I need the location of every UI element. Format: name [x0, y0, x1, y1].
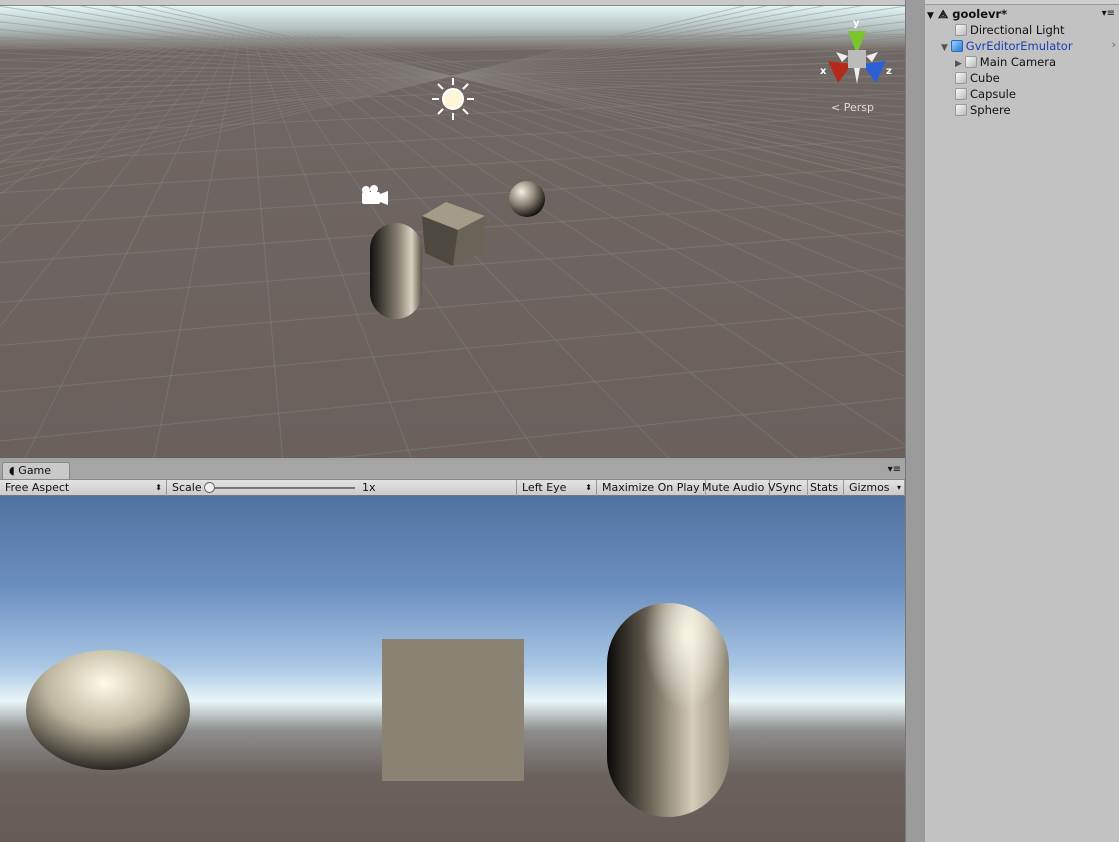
scale-slider[interactable]	[205, 487, 355, 489]
persp-label[interactable]: < Persp	[831, 101, 874, 114]
svg-text:x: x	[820, 66, 827, 77]
prefab-icon	[950, 40, 963, 52]
maximize-on-play-toggle[interactable]: Maximize On Play	[597, 480, 706, 496]
game-view[interactable]	[0, 496, 905, 842]
hierarchy-menu-icon[interactable]: ▾≡	[1102, 8, 1115, 19]
scale-control: Scale 1x	[167, 480, 517, 496]
scale-label: Scale	[172, 481, 202, 494]
sphere-object[interactable]	[509, 181, 545, 217]
camera-icon[interactable]	[362, 185, 388, 205]
scale-value: 1x	[362, 481, 376, 494]
hierarchy-item[interactable]: Sphere	[955, 102, 1011, 118]
game-icon: ◖	[9, 464, 15, 477]
hierarchy-item[interactable]: Directional Light	[955, 22, 1065, 38]
expand-arrow-icon[interactable]: ▼	[927, 11, 934, 21]
chevron-right-icon[interactable]: ›	[1112, 38, 1116, 51]
hierarchy-item[interactable]: ▼ GvrEditorEmulator	[941, 38, 1073, 54]
gameobject-icon	[964, 56, 977, 68]
eye-dropdown[interactable]: Left Eye ⬍	[517, 480, 597, 496]
collapse-arrow-icon[interactable]: ▶	[955, 59, 965, 69]
gameobject-icon	[955, 104, 967, 116]
gameobject-icon	[955, 24, 967, 36]
tab-label: Game	[18, 464, 52, 477]
mute-audio-toggle[interactable]: Mute Audio	[697, 480, 771, 496]
panel-splitter[interactable]	[905, 0, 925, 842]
scene-view[interactable]: y x z < Persp	[0, 6, 905, 458]
stats-toggle[interactable]: Stats	[805, 480, 845, 496]
unity-logo-icon: ⟁	[937, 7, 949, 21]
orientation-gizmo[interactable]: y x z	[820, 18, 892, 84]
expand-arrow-icon[interactable]: ▼	[941, 43, 951, 53]
gameobject-icon	[955, 88, 967, 100]
gizmos-dropdown[interactable]: Gizmos ▾	[844, 480, 905, 496]
cube-object[interactable]	[422, 202, 485, 266]
scale-slider-handle[interactable]	[204, 482, 215, 493]
panel-menu-icon[interactable]: ▾≡	[888, 464, 901, 475]
hierarchy-item[interactable]: Cube	[955, 70, 1000, 86]
sphere-render	[26, 650, 190, 770]
sun-icon[interactable]	[432, 78, 474, 120]
game-header: ◖ Game ▾≡ Free Aspect ⬍ Scale 1x Left Eye…	[0, 461, 905, 496]
hierarchy-item[interactable]: ▶ Main Camera	[955, 54, 1056, 70]
svg-text:y: y	[853, 18, 860, 29]
capsule-object[interactable]	[370, 223, 422, 319]
svg-text:z: z	[886, 66, 892, 77]
scene-root[interactable]: ▼ ⟁ goolevr*	[927, 6, 1007, 22]
game-toolbar: Free Aspect ⬍ Scale 1x Left Eye ⬍ Maximize…	[0, 479, 905, 496]
aspect-dropdown[interactable]: Free Aspect ⬍	[0, 480, 167, 496]
scene-objects: y x z < Persp	[362, 18, 892, 319]
gameobject-icon	[955, 72, 967, 84]
game-objects	[26, 603, 729, 817]
tab-game[interactable]: ◖ Game	[2, 462, 70, 479]
hierarchy-toolbar	[925, 0, 1119, 5]
hierarchy-panel: ▼ ⟁ goolevr* ▾≡ Directional Light ▼ GvrE…	[925, 0, 1119, 842]
vsync-toggle[interactable]: VSync	[763, 480, 809, 496]
hierarchy-item[interactable]: Capsule	[955, 86, 1016, 102]
cube-render	[382, 639, 524, 781]
